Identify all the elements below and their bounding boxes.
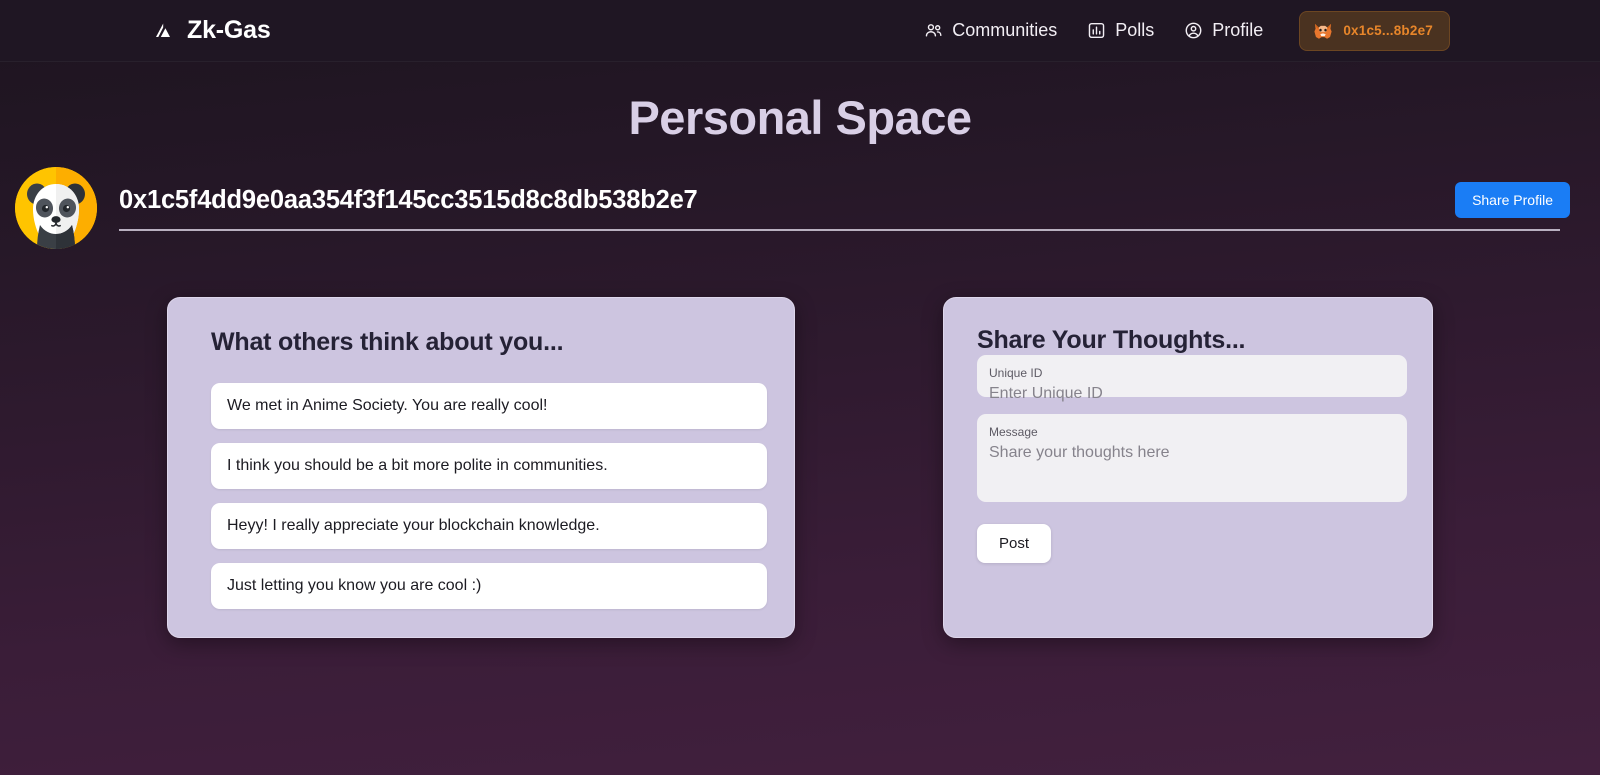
main-content: What others think about you... We met in… (0, 297, 1600, 638)
triangle-logo-icon (150, 18, 176, 44)
wallet-connect-button[interactable]: 0x1c5...8b2e7 (1299, 10, 1450, 51)
list-item: Just letting you know you are cool :) (211, 563, 767, 609)
share-profile-button[interactable]: Share Profile (1455, 182, 1570, 218)
nav-label-polls: Polls (1115, 20, 1155, 40)
brand-name: Zk-Gas (187, 16, 271, 44)
messages-list: We met in Anime Society. You are really … (190, 383, 770, 609)
user-circle-icon (1184, 21, 1203, 40)
list-item: Heyy! I really appreciate your blockchai… (211, 503, 767, 549)
unique-id-label: Unique ID (989, 366, 1043, 380)
nav-item-profile[interactable]: Profile (1182, 16, 1265, 45)
profile-wallet-address: 0x1c5f4dd9e0aa354f3f145cc3515d8c8db538b2… (119, 185, 698, 214)
users-icon (924, 21, 943, 40)
metamask-fox-icon (1312, 20, 1334, 42)
messages-card-title: What others think about you... (211, 328, 564, 356)
compose-card-title: Share Your Thoughts... (977, 326, 1246, 354)
profile-address-block: 0x1c5f4dd9e0aa354f3f145cc3515d8c8db538b2… (119, 186, 1570, 231)
unique-id-field[interactable]: Unique ID Enter Unique ID (977, 355, 1407, 402)
list-item: I think you should be a bit more polite … (211, 443, 767, 489)
list-item: We met in Anime Society. You are really … (211, 383, 767, 429)
message-field[interactable]: Message Share your thoughts here (977, 414, 1407, 502)
panda-avatar[interactable] (15, 167, 97, 249)
messages-card: What others think about you... We met in… (167, 297, 795, 638)
profile-header-row: 0x1c5f4dd9e0aa354f3f145cc3515d8c8db538b2… (0, 167, 1600, 249)
nav-label-communities: Communities (952, 20, 1058, 40)
nav-item-communities[interactable]: Communities (922, 16, 1059, 45)
primary-nav: Communities Polls Profile 0x1c5...8b2e7 (922, 10, 1450, 51)
profile-divider (119, 228, 1560, 231)
top-navigation-bar: Zk-Gas Communities Polls Profile 0x1c5..… (0, 0, 1600, 62)
message-input[interactable]: Share your thoughts here (989, 444, 1393, 462)
message-label: Message (989, 425, 1038, 439)
post-button[interactable]: Post (977, 524, 1052, 563)
nav-label-profile: Profile (1212, 20, 1264, 40)
wallet-address-text: 0x1c5...8b2e7 (1343, 23, 1433, 38)
compose-card: Share Your Thoughts... Unique ID Enter U… (943, 297, 1433, 638)
page-title: Personal Space (628, 91, 972, 144)
chart-bar-icon (1087, 21, 1106, 40)
unique-id-input[interactable]: Enter Unique ID (989, 385, 1393, 403)
brand-logo[interactable]: Zk-Gas (150, 16, 271, 45)
nav-item-polls[interactable]: Polls (1085, 16, 1156, 45)
